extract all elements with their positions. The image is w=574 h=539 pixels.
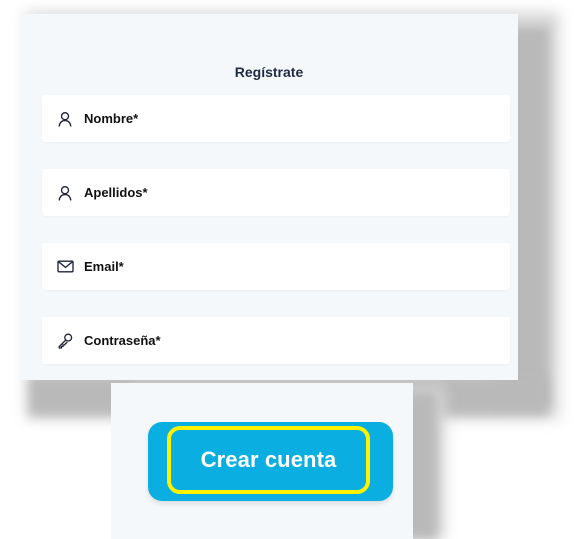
email-field[interactable]: Email* — [42, 243, 510, 290]
create-account-button-label: Crear cuenta — [200, 447, 337, 472]
name-field-label: Nombre* — [84, 111, 139, 126]
key-icon — [56, 332, 74, 350]
mail-icon — [56, 258, 74, 276]
registration-card: Regístrate Nombre* Apellidos* Email* Con… — [20, 14, 518, 380]
create-account-button[interactable]: Crear cuenta — [148, 422, 393, 501]
button-focus-highlight: Crear cuenta — [167, 426, 370, 494]
password-field-label: Contraseña* — [84, 333, 161, 348]
password-field[interactable]: Contraseña* — [42, 317, 510, 364]
user-icon — [56, 184, 74, 202]
surname-field[interactable]: Apellidos* — [42, 169, 510, 216]
surname-field-label: Apellidos* — [84, 185, 148, 200]
user-icon — [56, 110, 74, 128]
name-field[interactable]: Nombre* — [42, 95, 510, 142]
email-field-label: Email* — [84, 259, 124, 274]
registration-title: Regístrate — [234, 64, 304, 80]
submit-panel: Crear cuenta — [111, 383, 413, 539]
